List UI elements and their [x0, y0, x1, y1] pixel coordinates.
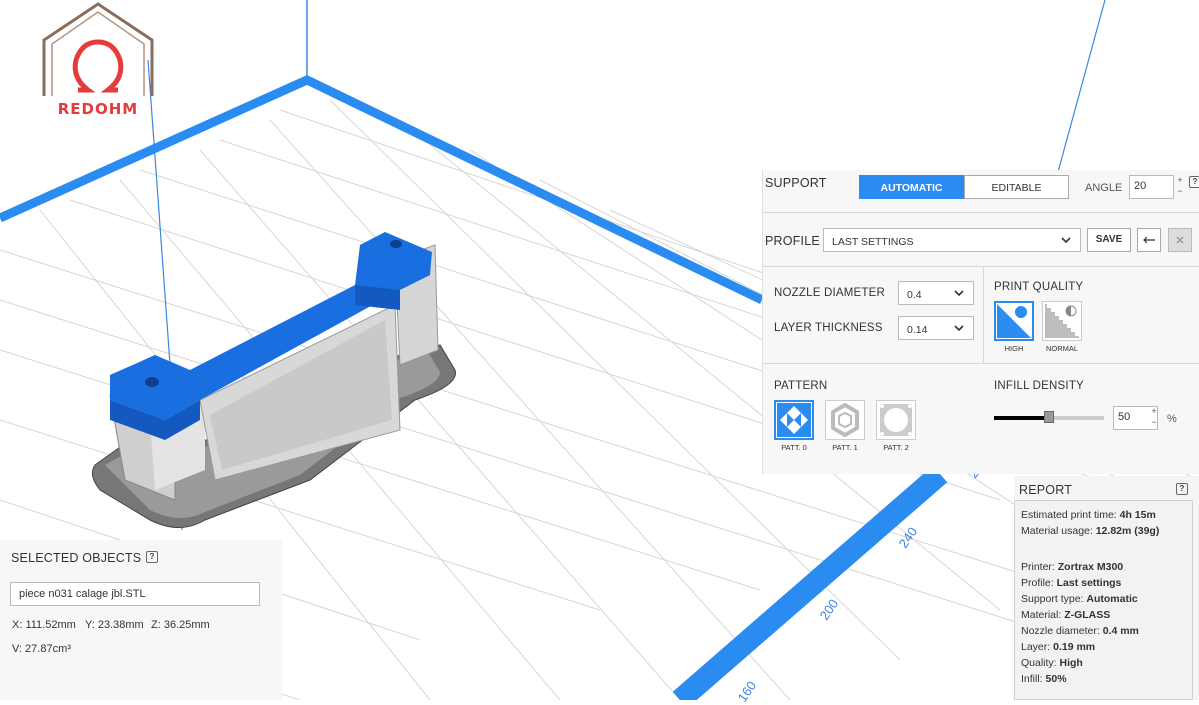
quality-normal-button[interactable]	[1042, 301, 1082, 341]
angle-input[interactable]: 20	[1129, 175, 1174, 199]
quality-normal-label: NORMAL	[1045, 344, 1079, 353]
infill-density-title: INFILL DENSITY	[994, 380, 1084, 392]
support-automatic-button[interactable]: AUTOMATIC	[859, 175, 964, 199]
chevron-down-icon	[954, 290, 964, 297]
report-line: Material: Z-GLASS	[1021, 609, 1111, 621]
divider	[763, 212, 1199, 213]
report-line: Nozzle diameter: 0.4 mm	[1021, 625, 1139, 637]
profile-save-button[interactable]: SAVE	[1087, 228, 1131, 252]
object-volume: V: 27.87cm³	[12, 643, 71, 655]
angle-stepper[interactable]: + −	[1175, 175, 1185, 199]
report-line: Support type: Automatic	[1021, 593, 1138, 605]
infill-slider-fill	[994, 416, 1049, 420]
divider	[763, 266, 1199, 267]
model-part	[109, 232, 439, 501]
pattern-hex-icon	[831, 402, 859, 438]
divider	[983, 267, 984, 363]
infill-slider-handle[interactable]	[1044, 411, 1054, 423]
report-line: Quality: High	[1021, 657, 1083, 669]
report-line: Printer: Zortrax M300	[1021, 561, 1124, 573]
pattern-0-button[interactable]	[774, 400, 814, 440]
support-title: SUPPORT	[765, 176, 827, 190]
selected-objects-help-icon[interactable]: ?	[146, 551, 158, 563]
print-quality-title: PRINT QUALITY	[994, 281, 1084, 293]
report-line: Estimated print time: 4h 15m	[1021, 509, 1156, 521]
profile-revert-button[interactable]	[1137, 228, 1161, 252]
layer-thickness-value: 0.14	[907, 324, 928, 336]
pattern-2-button[interactable]	[876, 400, 916, 440]
build-plate-edge-front	[672, 465, 948, 700]
nozzle-diameter-label: NOZZLE DIAMETER	[774, 287, 885, 299]
divider	[763, 363, 1199, 364]
object-y: Y: 23.38mm	[85, 619, 144, 631]
chevron-down-icon	[954, 325, 964, 332]
quality-high-button[interactable]	[994, 301, 1034, 341]
object-x: X: 111.52mm	[12, 619, 76, 631]
infill-slider[interactable]	[994, 411, 1104, 423]
pattern-circle-icon	[880, 404, 912, 436]
report-title: REPORT	[1019, 483, 1073, 497]
support-help-icon[interactable]: ?	[1189, 176, 1199, 188]
layer-thickness-label: LAYER THICKNESS	[774, 322, 883, 334]
profile-selected-value: LAST SETTINGS	[832, 236, 914, 248]
logo-text: REDOHM	[57, 100, 139, 118]
infill-density-value: 50	[1118, 411, 1131, 423]
quality-high-icon	[997, 304, 1031, 338]
report-line: Layer: 0.19 mm	[1021, 641, 1096, 653]
pattern-title: PATTERN	[774, 380, 828, 392]
pattern-2-label: PATT. 2	[883, 443, 909, 452]
revert-icon	[1143, 236, 1155, 244]
close-icon	[1176, 236, 1184, 244]
angle-label: ANGLE	[1085, 182, 1123, 194]
selected-objects-title: SELECTED OBJECTS	[11, 551, 142, 565]
pattern-1-label: PATT. 1	[832, 443, 858, 452]
profile-delete-button[interactable]	[1168, 228, 1192, 252]
chevron-down-icon	[1061, 237, 1071, 244]
report-line: Infill: 50%	[1021, 673, 1067, 685]
profile-title: PROFILE	[765, 234, 820, 248]
object-z: Z: 36.25mm	[151, 619, 210, 631]
selected-objects-panel: SELECTED OBJECTS ? piece n031 calage jbl…	[0, 540, 282, 700]
axis-line-right	[1057, 0, 1106, 173]
quality-normal-icon	[1045, 304, 1079, 338]
object-name-field[interactable]: piece n031 calage jbl.STL	[10, 582, 260, 606]
settings-panel: SUPPORT AUTOMATIC EDITABLE ANGLE 20 + − ?…	[762, 170, 1199, 474]
pattern-1-button[interactable]	[825, 400, 865, 440]
quality-high-label: HIGH	[1004, 344, 1024, 353]
infill-unit: %	[1167, 413, 1177, 425]
nozzle-diameter-select[interactable]: 0.4	[898, 281, 974, 305]
angle-value: 20	[1134, 180, 1147, 192]
report-panel: REPORT ? Estimated print time: 4h 15m Ma…	[1014, 476, 1199, 700]
infill-stepper[interactable]: + −	[1149, 406, 1159, 430]
report-line: Material usage: 12.82m (39g)	[1021, 525, 1160, 537]
profile-select[interactable]: LAST SETTINGS	[823, 228, 1081, 252]
report-help-icon[interactable]: ?	[1176, 483, 1188, 495]
support-editable-button[interactable]: EDITABLE	[964, 175, 1069, 199]
layer-thickness-select[interactable]: 0.14	[898, 316, 974, 340]
nozzle-diameter-value: 0.4	[907, 289, 922, 301]
report-content: Estimated print time: 4h 15m Material us…	[1014, 500, 1193, 700]
pattern-0-label: PATT. 0	[781, 443, 807, 452]
report-line: Profile: Last settings	[1021, 577, 1122, 589]
pattern-grid-icon	[777, 403, 811, 437]
